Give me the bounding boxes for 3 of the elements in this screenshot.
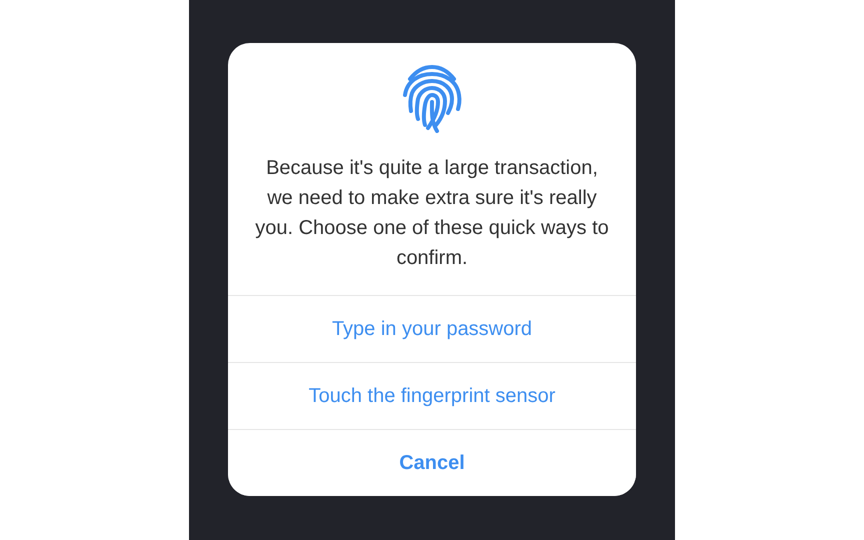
dialog-message: Because it's quite a large transaction, we need to make extra sure it's really you. Choose one of these quick ways to confirm. (254, 156, 610, 271)
cancel-button[interactable]: Cancel (228, 429, 636, 496)
fingerprint-icon (401, 65, 463, 133)
